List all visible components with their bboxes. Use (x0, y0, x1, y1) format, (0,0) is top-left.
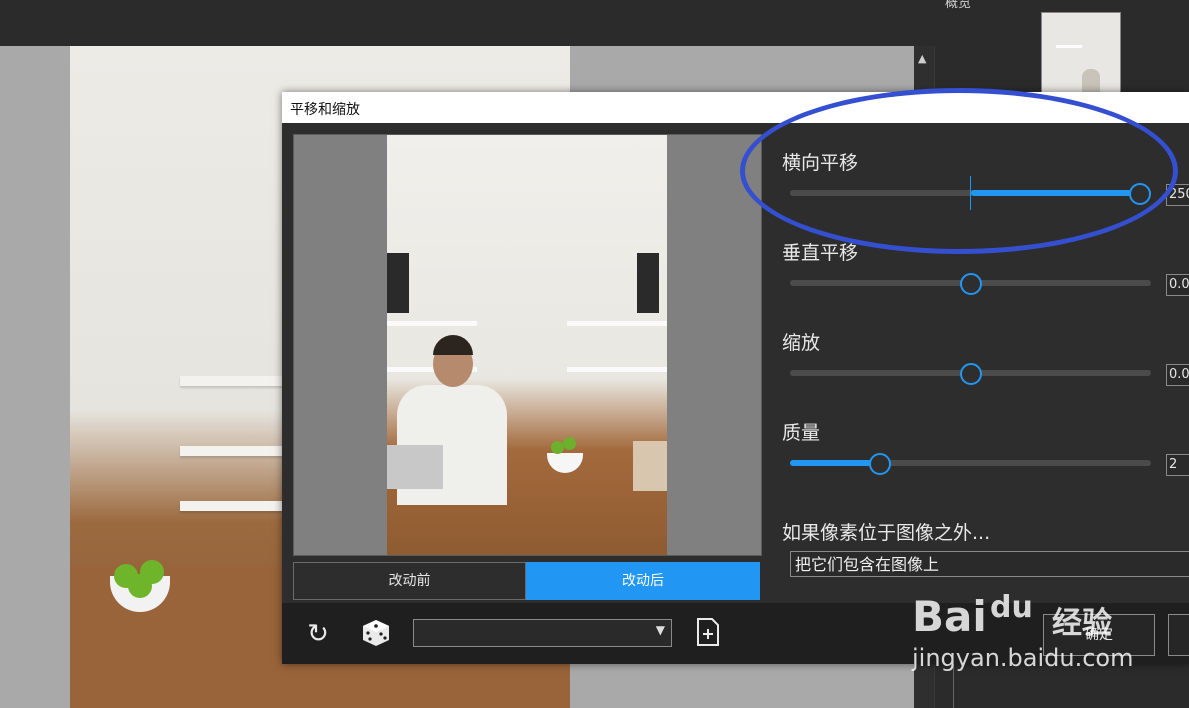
annotation-ellipse (740, 88, 1178, 254)
outside-pixels-select[interactable]: 把它们包含在图像上 (790, 551, 1189, 577)
preview-image-right (527, 135, 667, 555)
quality-value[interactable]: 2 (1166, 454, 1189, 476)
scroll-up-icon[interactable]: ▲ (918, 52, 926, 65)
vertical-pan-value[interactable]: 0.0 (1166, 274, 1189, 296)
zoom-label: 缩放 (782, 332, 821, 354)
outside-pixels-label: 如果像素位于图像之外... (782, 522, 991, 544)
overview-thumbnail[interactable] (1041, 12, 1121, 94)
reset-icon[interactable]: ↻ (301, 617, 335, 651)
top-toolbar (0, 0, 935, 46)
zoom-value[interactable]: 0.0 (1166, 364, 1189, 386)
file-add-icon[interactable] (691, 617, 725, 651)
preview-frame (637, 253, 659, 313)
vertical-pan-slider[interactable] (790, 272, 1151, 295)
tab-before[interactable]: 改动前 (293, 562, 526, 600)
slider-knob[interactable] (959, 273, 982, 295)
watermark-brand: Bai (912, 592, 987, 641)
preview-shelf (387, 321, 477, 326)
tab-after[interactable]: 改动后 (526, 562, 760, 600)
preview-apple (563, 437, 576, 450)
preview-shelf (567, 321, 667, 326)
preset-dropdown[interactable]: ▼ (413, 619, 672, 647)
slider-fill (790, 460, 881, 466)
preview-shelf (567, 367, 667, 372)
zoom-slider[interactable] (790, 362, 1151, 385)
thumb-person (1082, 69, 1100, 93)
quality-label: 质量 (782, 422, 821, 444)
preview-area (293, 134, 762, 556)
slider-knob[interactable] (959, 363, 982, 385)
watermark-cn: 经验 (1052, 606, 1112, 641)
preview-hair (433, 335, 473, 355)
dialog-title: 平移和缩放 (290, 102, 360, 118)
preview-bowl (547, 453, 583, 473)
before-after-tabs: 改动前 改动后 (293, 562, 760, 600)
file-add-shape (697, 618, 719, 646)
chevron-down-icon[interactable]: ▼ (656, 623, 665, 637)
slider-knob[interactable] (869, 453, 892, 475)
dice-shape (363, 620, 389, 646)
preview-image-left (387, 135, 527, 555)
overview-label: 概览 (945, 0, 972, 11)
dice-icon[interactable] (359, 617, 393, 651)
quality-slider[interactable] (790, 452, 1151, 475)
thumb-shelf (1056, 45, 1082, 48)
preview-frame (387, 253, 409, 313)
preview-box (633, 441, 667, 491)
preview-laptop (387, 445, 443, 489)
watermark-url: jingyan.baidu.com (912, 644, 1134, 672)
photo-apple (128, 574, 152, 598)
watermark-brand2: du (990, 590, 1033, 625)
baidu-watermark: Bai du 经验 jingyan.baidu.com (912, 584, 1182, 680)
